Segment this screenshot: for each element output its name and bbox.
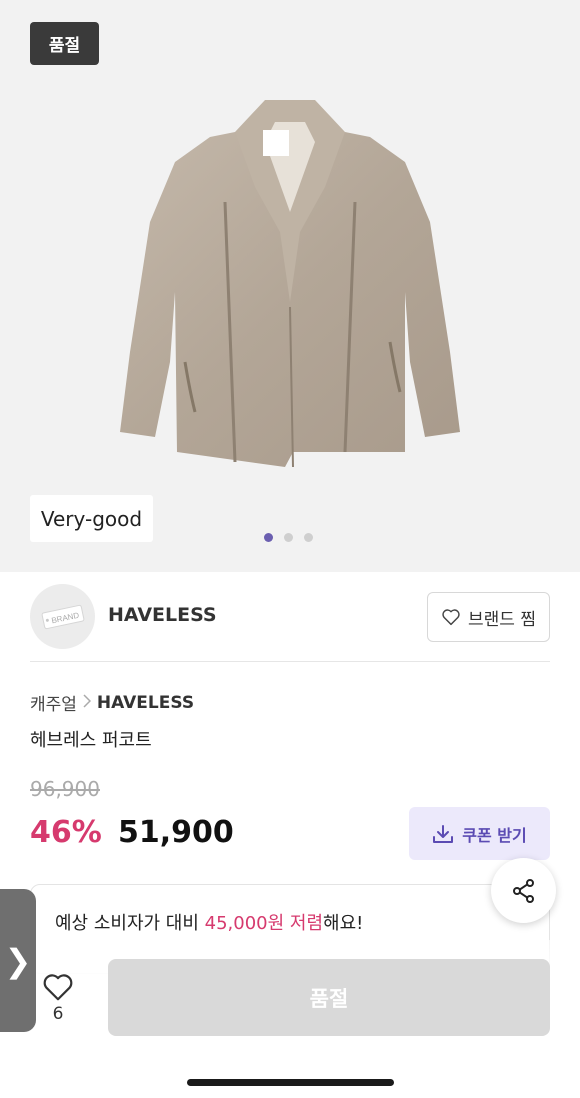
chevron-right-icon: ❯ [4,941,32,980]
condition-tag: Very-good [30,495,153,542]
carousel-dots [264,533,313,542]
home-indicator[interactable] [187,1079,394,1086]
chevron-right-icon [83,693,91,712]
savings-amount: 45,000원 저렴 [204,913,324,934]
product-image-carousel[interactable]: 품절 Very-good [0,0,580,572]
like-button[interactable]: 6 [38,972,78,1032]
coupon-label: 쿠폰 받기 [462,825,527,845]
heart-outline-icon [43,974,73,1001]
product-title: 헤브레스 퍼코트 [30,730,152,751]
savings-prefix: 예상 소비자가 대비 [55,913,205,934]
coupon-button[interactable]: 쿠폰 받기 [409,807,550,860]
savings-text: 예상 소비자가 대비 45,000원 저렴해요! [55,909,363,935]
original-price: 96,900 [30,777,100,801]
share-button[interactable] [491,858,556,923]
section-divider [30,661,550,662]
side-drawer-handle[interactable]: ❯ [0,889,36,1032]
heart-outline-icon [442,609,460,626]
breadcrumb: 캐주얼 HAVELESS [30,690,194,716]
brand-logo[interactable]: BRAND [30,584,95,649]
brand-row: BRAND HAVELESS 브랜드 찜 [30,584,550,650]
soldout-tag: 품절 [30,22,99,65]
breadcrumb-category[interactable]: 캐주얼 [30,690,77,715]
brand-name[interactable]: HAVELESS [108,604,217,626]
brand-favorite-button[interactable]: 브랜드 찜 [427,592,550,642]
discount-rate: 46% [30,815,102,850]
carousel-dot[interactable] [304,533,313,542]
carousel-dot[interactable] [284,533,293,542]
download-icon [433,824,454,843]
share-icon [512,878,534,903]
sale-price: 51,900 [118,815,234,850]
product-image [120,100,460,468]
carousel-dot[interactable] [264,533,273,542]
breadcrumb-brand[interactable]: HAVELESS [97,693,194,713]
brand-favorite-label: 브랜드 찜 [468,609,536,630]
buy-button-disabled[interactable]: 품절 [108,959,550,1036]
brand-tag-icon: BRAND [41,604,84,629]
like-count: 6 [52,1004,64,1024]
savings-suffix: 해요! [323,913,364,934]
